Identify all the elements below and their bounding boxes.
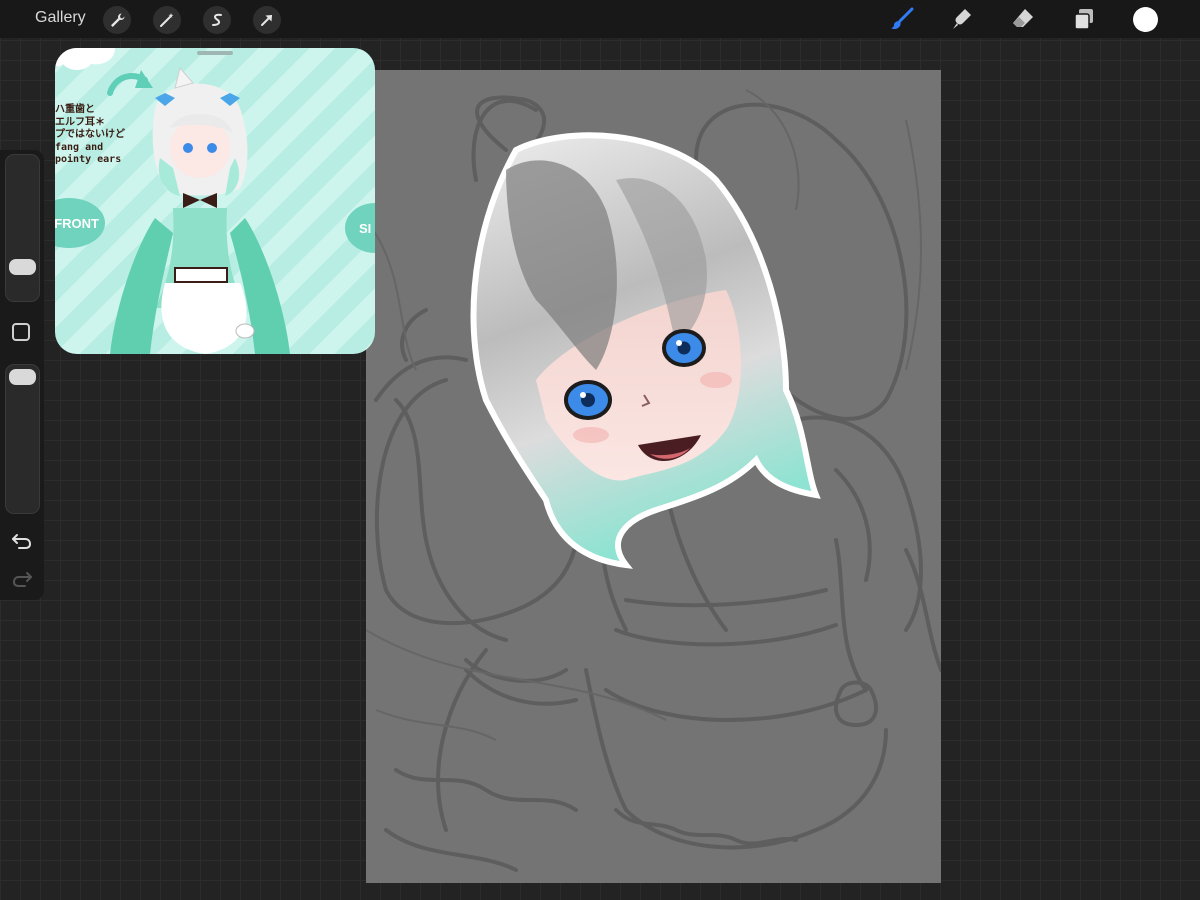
reference-annotation: ハ重歯と エルフ耳＊ プではないけど fang and pointy ears <box>55 104 125 165</box>
drawing-canvas[interactable] <box>366 70 941 883</box>
layers-tool[interactable] <box>1069 4 1099 34</box>
top-toolbar: Gallery <box>0 0 1200 38</box>
reference-window[interactable]: ハ重歯と エルフ耳＊ プではないけど fang and pointy ears … <box>55 48 375 354</box>
adjustments-button[interactable] <box>153 6 181 34</box>
wrench-icon <box>111 13 125 27</box>
selection-icon <box>212 13 222 26</box>
brush-size-thumb[interactable] <box>9 259 36 275</box>
smudge-tool[interactable] <box>947 4 977 34</box>
reference-image <box>55 48 290 354</box>
undo-icon <box>12 534 32 549</box>
gallery-button[interactable]: Gallery <box>35 9 86 27</box>
left-sidebar <box>0 150 44 600</box>
reference-grabber[interactable] <box>197 51 233 55</box>
smudge-icon <box>953 9 971 29</box>
brush-size-slider[interactable] <box>5 154 40 302</box>
magic-wand-icon <box>160 13 174 27</box>
brush-tool[interactable] <box>887 4 917 34</box>
eraser-tool[interactable] <box>1008 4 1038 34</box>
transform-button[interactable] <box>253 6 281 34</box>
undo-button[interactable] <box>8 528 36 554</box>
layers-icon <box>1074 9 1093 30</box>
redo-icon <box>12 572 32 587</box>
redo-button[interactable] <box>8 566 36 592</box>
brush-icon <box>891 7 914 30</box>
opacity-slider[interactable] <box>5 364 40 514</box>
modify-button[interactable] <box>12 323 30 341</box>
color-picker-swatch[interactable] <box>1133 7 1158 32</box>
eraser-icon <box>1013 9 1033 27</box>
sketch-artwork <box>366 89 941 872</box>
opacity-thumb[interactable] <box>9 369 36 385</box>
actions-button[interactable] <box>103 6 131 34</box>
transform-arrow-icon <box>261 15 272 26</box>
selection-button[interactable] <box>203 6 231 34</box>
